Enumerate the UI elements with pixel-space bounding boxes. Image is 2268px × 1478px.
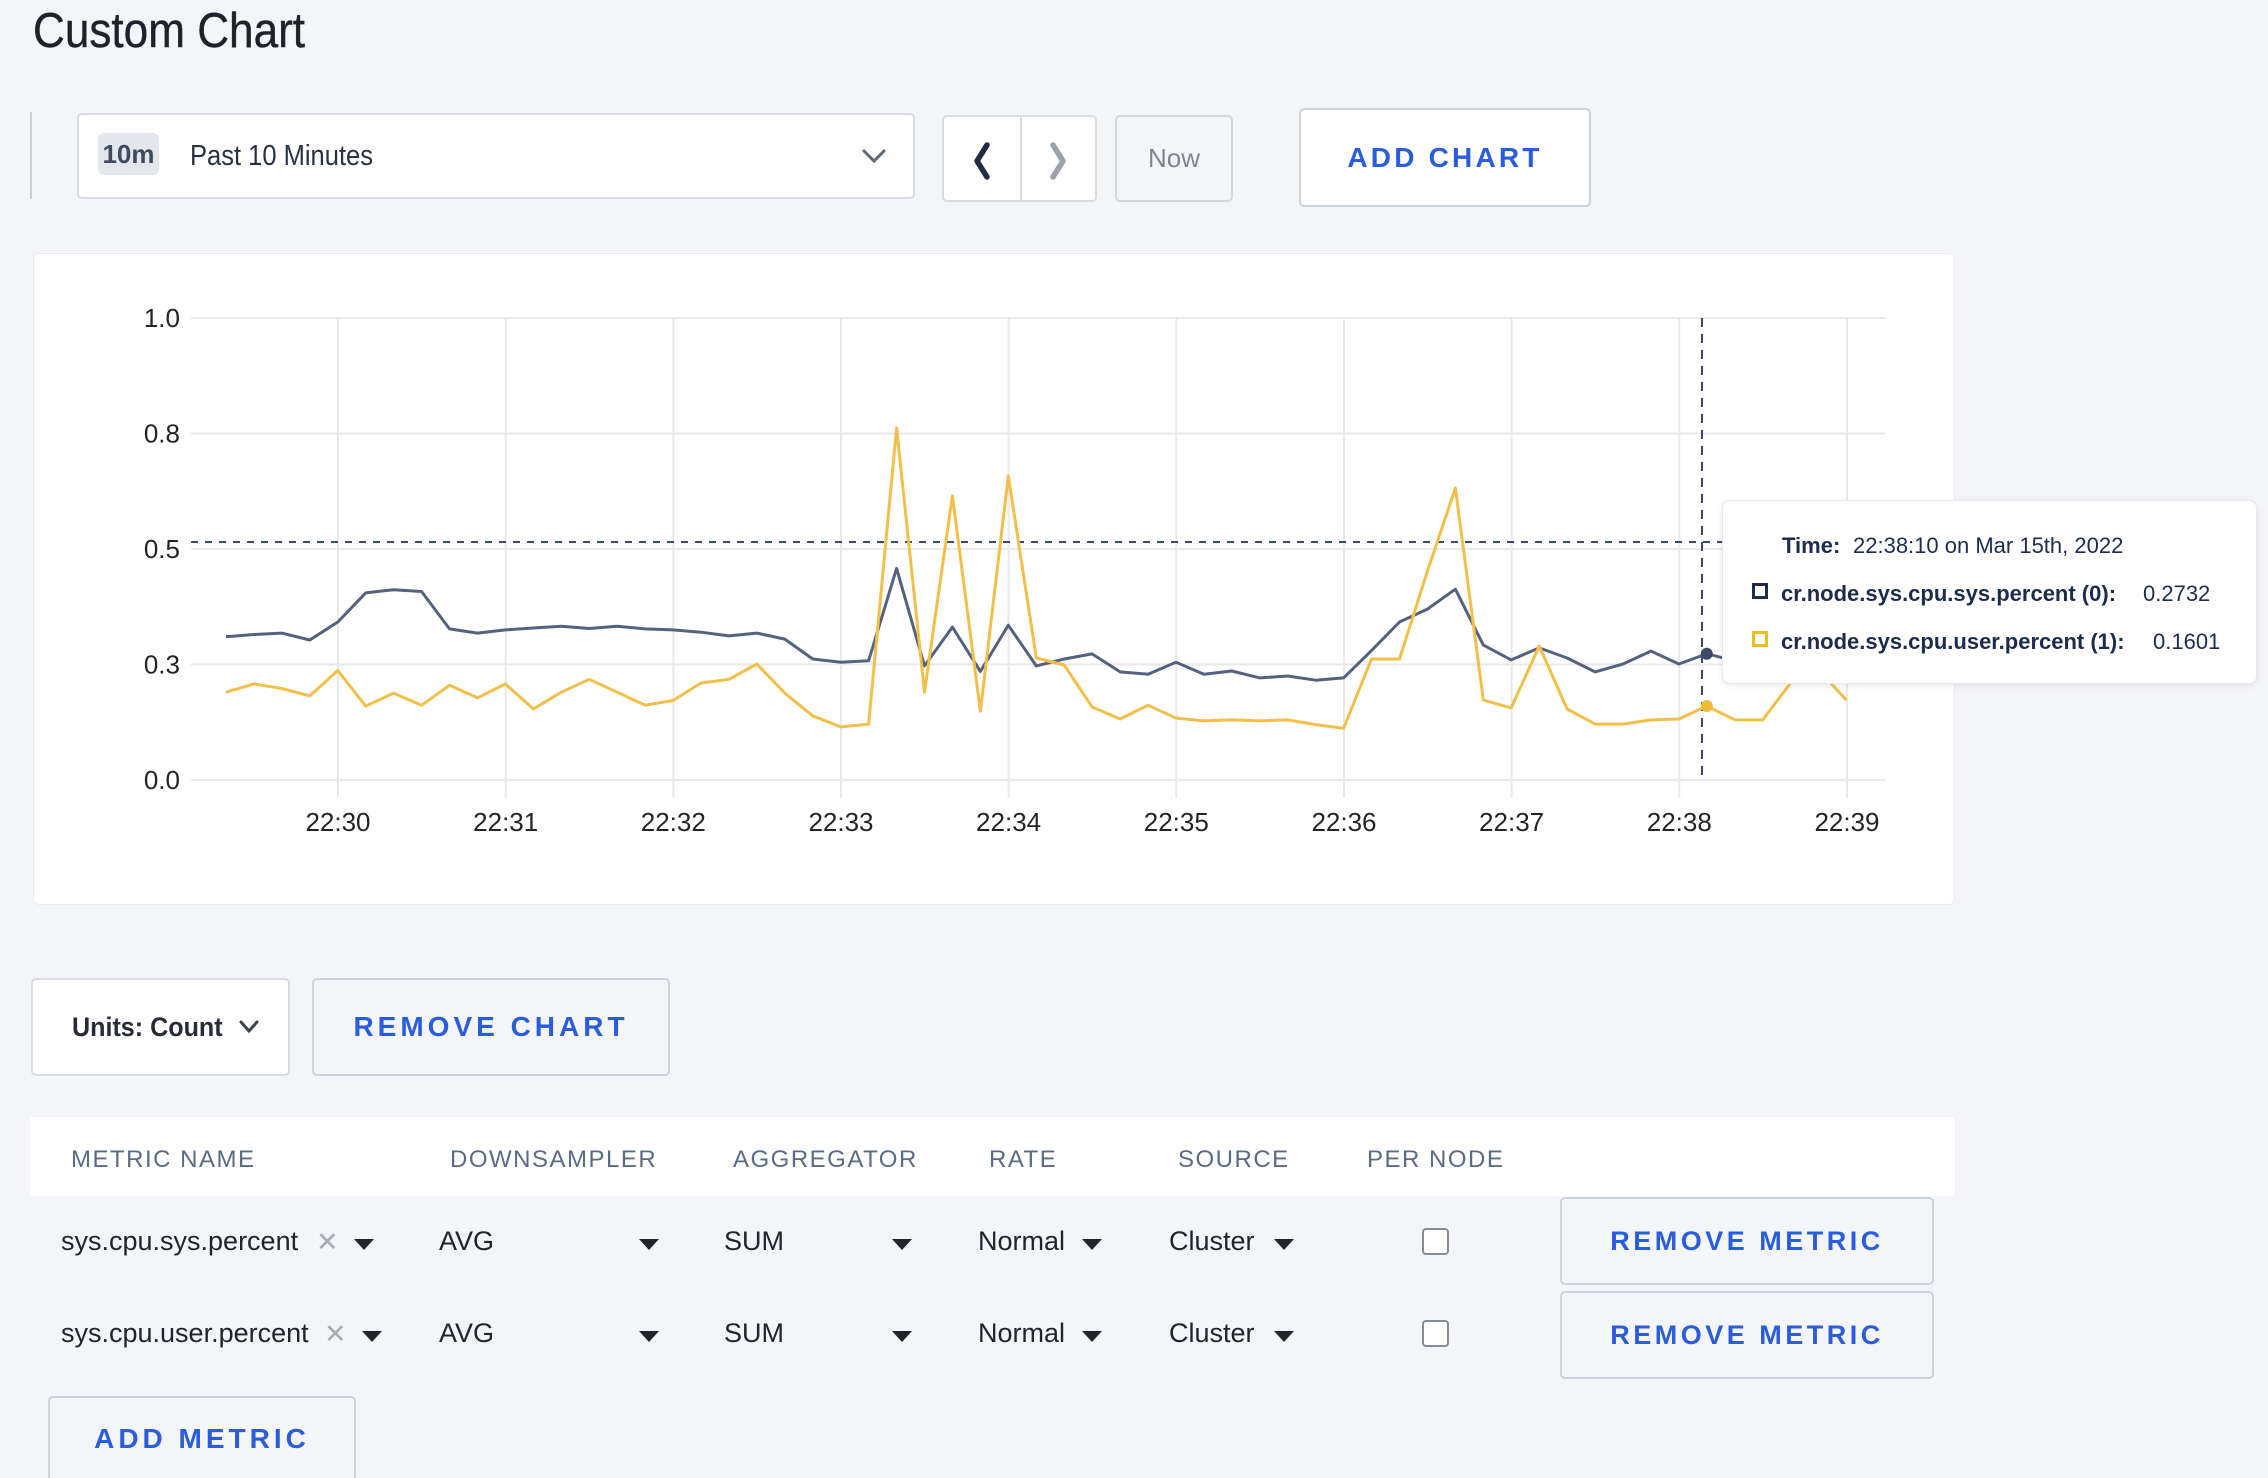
- svg-text:0.8: 0.8: [144, 419, 180, 449]
- svg-text:1.0: 1.0: [144, 303, 180, 333]
- svg-text:22:35: 22:35: [1144, 807, 1209, 837]
- svg-text:22:32: 22:32: [641, 807, 706, 837]
- svg-text:22:36: 22:36: [1311, 807, 1376, 837]
- svg-text:22:30: 22:30: [305, 807, 370, 837]
- svg-text:0.3: 0.3: [144, 650, 180, 680]
- svg-text:22:33: 22:33: [808, 807, 873, 837]
- svg-text:0.0: 0.0: [144, 765, 180, 795]
- svg-text:22:37: 22:37: [1479, 807, 1544, 837]
- svg-text:22:34: 22:34: [976, 807, 1041, 837]
- svg-text:22:38: 22:38: [1647, 807, 1712, 837]
- svg-text:22:39: 22:39: [1814, 807, 1879, 837]
- svg-text:0.5: 0.5: [144, 534, 180, 564]
- svg-text:22:31: 22:31: [473, 807, 538, 837]
